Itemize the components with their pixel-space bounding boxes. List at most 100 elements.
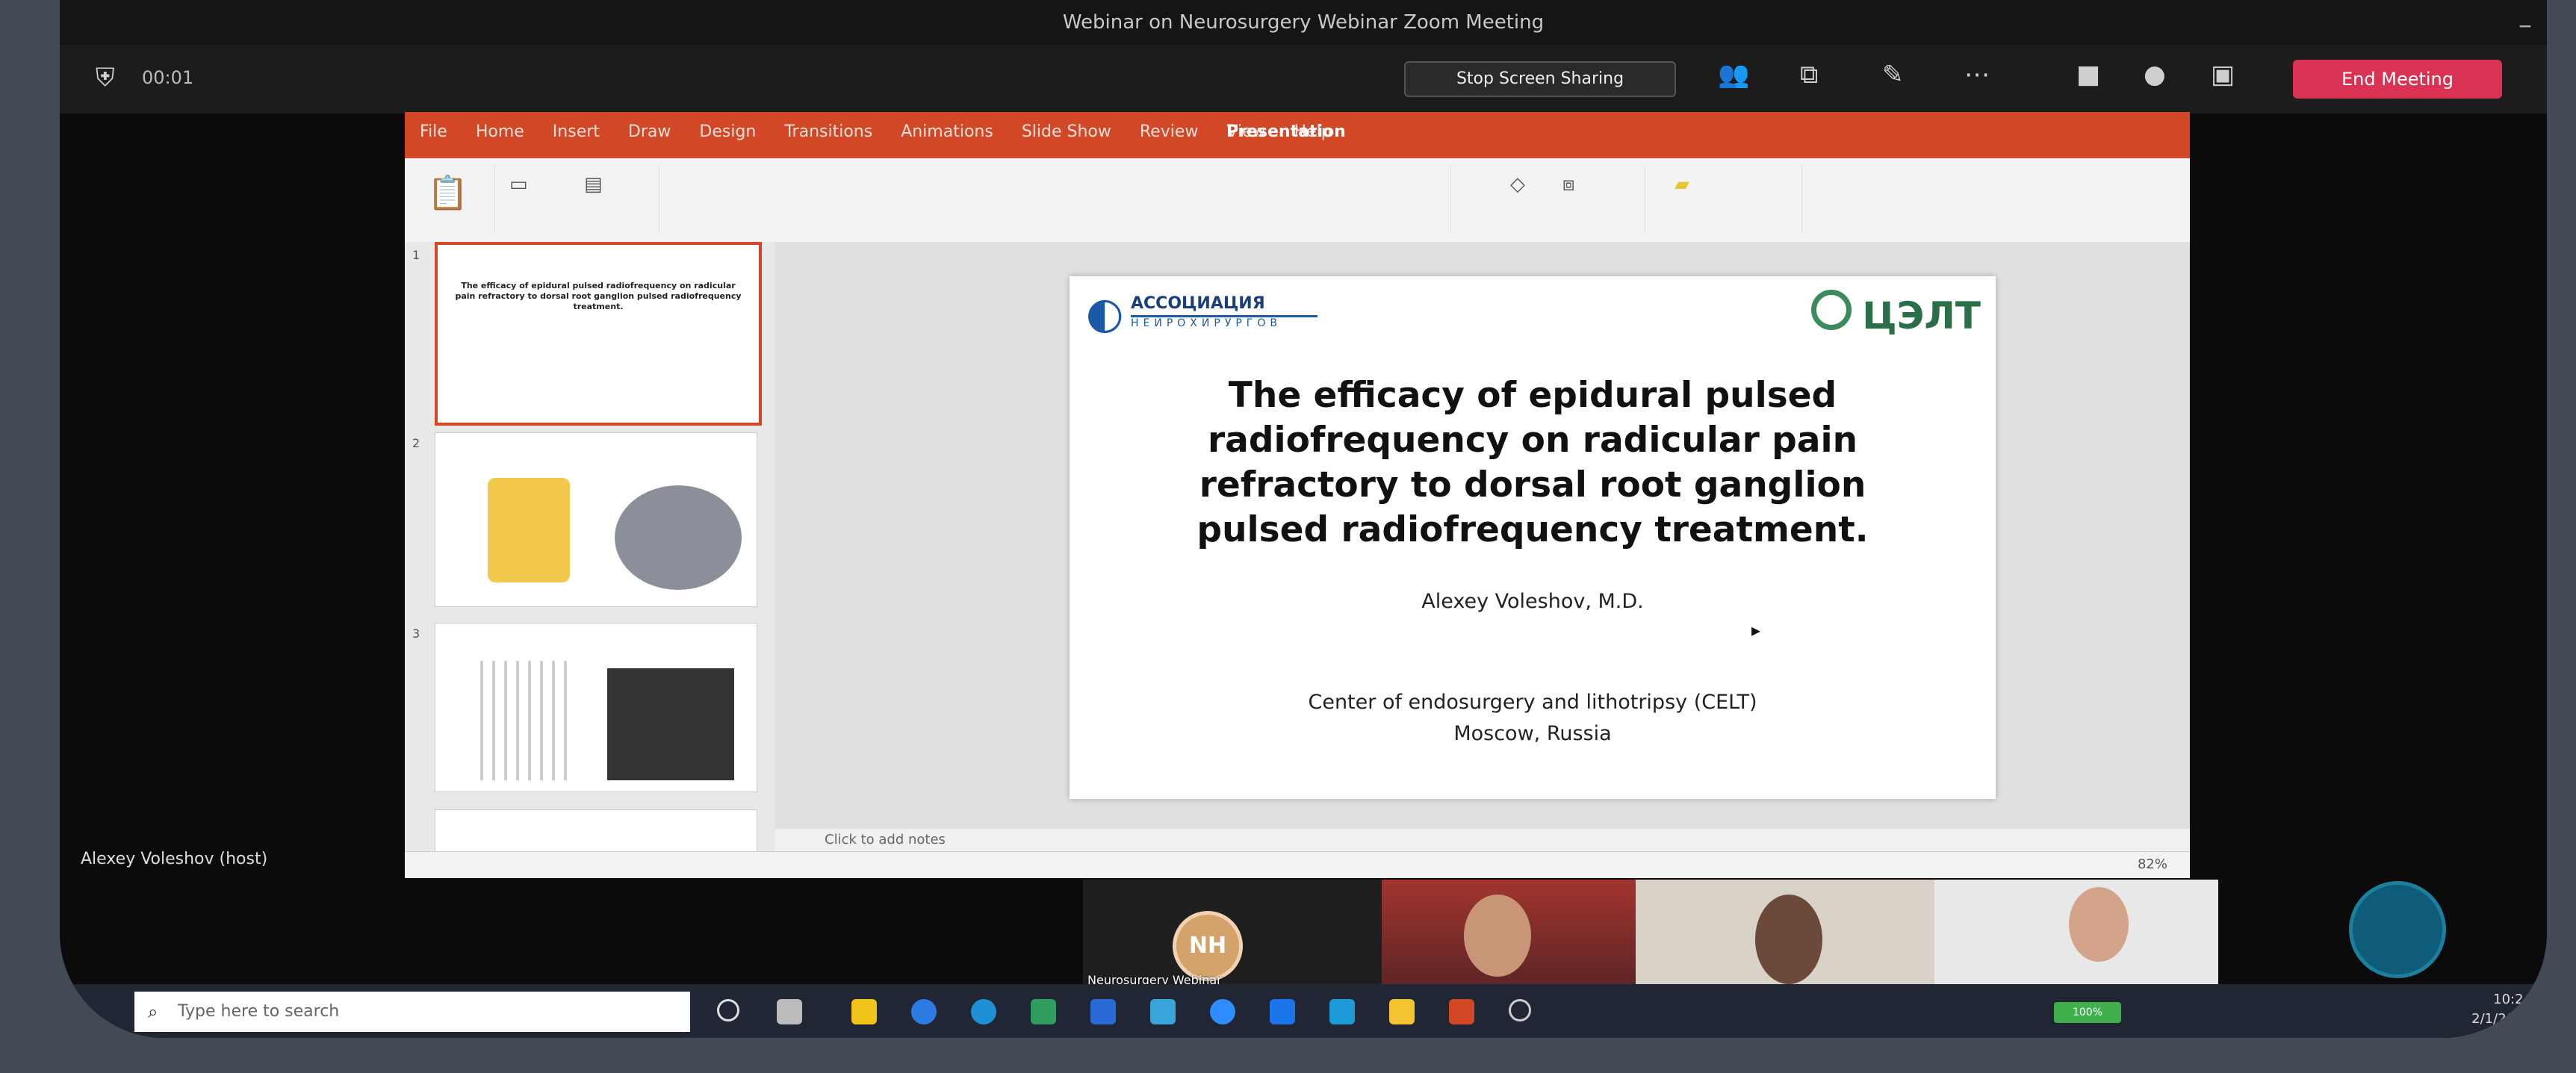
window-titlebar: Webinar on Neurosurgery Webinar Zoom Mee… [60,0,2547,45]
slide-thumbnails-pane: 1 The efficacy of epidural pulsed radiof… [405,242,776,852]
participant-face [2069,887,2129,962]
new-share-icon[interactable]: ⧉ [1800,60,1818,90]
powerpoint-icon[interactable] [1449,999,1474,1024]
spine-image [488,478,570,582]
ct-scan-image [615,485,742,590]
search-icon: ⌕ [148,1001,158,1022]
association-logo-subtext: НЕЙРОХИРУРГОВ [1131,315,1318,334]
powerpoint-window: File Home Insert Draw Design Transitions… [405,112,2190,878]
ppt-titlebar: File Home Insert Draw Design Transitions… [405,112,2190,158]
association-logo: ◐ АССОЦИАЦИЯ НЕЙРОХИРУРГОВ [1086,288,1340,340]
association-logo-text: АССОЦИАЦИЯ [1131,294,1265,313]
system-clock[interactable]: 10:24 2/1/2021 [2471,990,2532,1029]
slide-thumbnail-1[interactable]: The efficacy of epidural pulsed radiofre… [435,242,762,426]
active-speaker-label: Alexey Voleshov (host) [81,850,268,868]
designer-icon[interactable]: ▰ [1675,173,1689,196]
slide-title-line: refractory to dorsal root ganglion [1199,464,1866,506]
diagram-image [480,661,570,780]
slide-title: The efficacy of epidural pulsed radiofre… [1099,373,1966,553]
search-placeholder: Type here to search [178,1002,340,1021]
slide-institution: Center of endosurgery and lithotripsy (C… [1070,687,1996,750]
participant-tile-logo[interactable] [2349,881,2446,978]
new-slide-icon[interactable]: ▭ [509,173,528,196]
store-icon[interactable] [1329,999,1355,1024]
video-icon[interactable]: ■ [2076,60,2100,90]
mail-icon[interactable] [1150,999,1176,1024]
slide-thumbnail-4[interactable] [435,809,757,852]
layout-icon[interactable]: ▤ [584,173,603,196]
zoom-icon[interactable] [1210,999,1235,1024]
association-logo-icon: ◐ [1086,287,1124,338]
tab-file[interactable]: File [420,122,447,141]
participant-gallery: NH Neurosurgery Webinar [1083,880,2218,992]
arrange-icon[interactable]: ⧈ [1562,173,1575,196]
more-icon[interactable]: ⋯ [1964,60,1990,90]
ribbon-home: 📋 ▭ ▤ ◇ ⧈ ▰ [405,158,2190,243]
editing-group: ▰ [1652,166,1802,233]
slide-title-line: pulsed radiofrequency treatment. [1197,509,1869,550]
notes-pane[interactable]: Click to add notes [775,829,2190,851]
drawing-group: ◇ ⧈ [1495,166,1645,233]
settings-icon[interactable] [1509,999,1531,1021]
slides-group: ▭ ▤ [494,166,659,233]
participant-face [1755,895,1822,984]
annotate-icon[interactable]: ✎ [1882,60,1904,90]
celt-logo-icon [1811,290,1852,330]
paragraph-group [1152,166,1451,233]
tab-review[interactable]: Review [1140,122,1199,141]
zoom-share-toolbar: ⛨ 00:01 Stop Screen Sharing 👥 ⧉ ✎ ⋯ ■ ● … [60,45,2547,113]
minimize-icon[interactable]: – [2518,3,2532,48]
word-icon[interactable] [1090,999,1116,1024]
tab-design[interactable]: Design [699,122,756,141]
slide-thumbnail-2[interactable] [435,432,757,607]
mic-icon[interactable]: ● [2144,60,2166,90]
file-explorer-icon[interactable] [851,999,877,1024]
meeting-timer: 00:01 [142,67,194,88]
chat-icon[interactable]: ▣ [2211,60,2235,90]
window-title: Webinar on Neurosurgery Webinar Zoom Mee… [1062,11,1545,34]
celt-logo: ЦЭЛТ [1811,290,1981,338]
outlook-icon[interactable] [1270,999,1295,1024]
clipboard-group: 📋 [412,166,495,233]
excel-icon[interactable] [1031,999,1056,1024]
battery-indicator[interactable]: 100% [2054,1002,2121,1023]
tab-home[interactable]: Home [476,122,524,141]
zoom-level[interactable]: 82% [2138,856,2167,872]
slide-author: Alexey Voleshov, M.D. [1421,590,1644,613]
task-view-icon[interactable] [777,999,802,1024]
avatar: NH [1173,911,1243,981]
paste-icon[interactable]: 📋 [427,173,468,212]
institution-line: Moscow, Russia [1453,722,1612,745]
chrome-icon[interactable] [911,999,937,1024]
cortana-icon[interactable] [717,999,739,1021]
clock-time: 10:24 [2493,992,2532,1007]
zoom-window: Webinar on Neurosurgery Webinar Zoom Mee… [60,0,2547,1038]
shield-icon[interactable]: ⛨ [96,63,115,93]
sticky-notes-icon[interactable] [1389,999,1415,1024]
participant-tile[interactable] [1382,880,1636,992]
search-input[interactable]: ⌕ Type here to search [134,992,690,1032]
end-meeting-button[interactable]: End Meeting [2293,60,2502,99]
ribbon-tabs: File Home Insert Draw Design Transitions… [420,122,1332,141]
participant-tile[interactable]: NH Neurosurgery Webinar [1083,880,1382,992]
tab-slideshow[interactable]: Slide Show [1022,122,1111,141]
slide-title-line: radiofrequency on radicular pain [1207,420,1858,461]
stop-share-button[interactable]: Stop Screen Sharing [1404,61,1676,97]
institution-line: Center of endosurgery and lithotripsy (C… [1308,691,1757,714]
tab-animations[interactable]: Animations [901,122,993,141]
celt-logo-text: ЦЭЛТ [1862,294,1981,338]
tab-draw[interactable]: Draw [628,122,671,141]
shapes-icon[interactable]: ◇ [1510,173,1525,196]
slide-thumbnail-3[interactable] [435,623,757,792]
thumb-number: 2 [412,436,420,450]
edge-icon[interactable] [971,999,996,1024]
tab-transitions[interactable]: Transitions [784,122,872,141]
tab-insert[interactable]: Insert [553,122,600,141]
participants-icon[interactable]: 👥 [1718,60,1749,90]
participant-face [1464,895,1531,977]
slide-title-line: The efficacy of epidural pulsed [1228,375,1837,416]
participant-tile[interactable] [1636,880,1934,992]
current-slide[interactable]: ◐ АССОЦИАЦИЯ НЕЙРОХИРУРГОВ ЦЭЛТ The effi… [1070,276,1996,799]
xray-image [607,668,734,780]
participant-tile[interactable] [1934,880,2218,992]
